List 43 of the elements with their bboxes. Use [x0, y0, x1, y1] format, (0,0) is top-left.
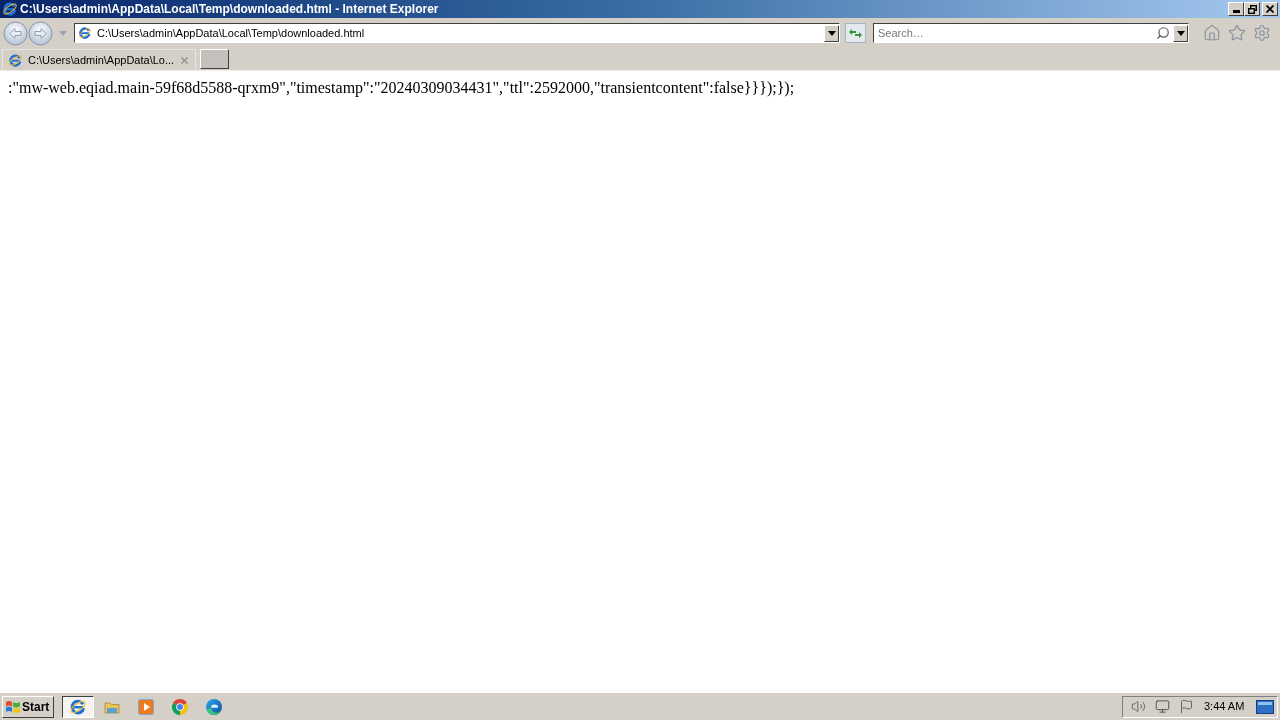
caret-icon: [827, 30, 836, 36]
new-tab-button[interactable]: [200, 49, 229, 69]
refresh-arrows-icon: [849, 28, 862, 38]
ie-page-icon: [78, 26, 92, 40]
media-player-icon: [138, 698, 154, 715]
taskbar-app-button[interactable]: [62, 695, 94, 718]
monitor-icon[interactable]: [1155, 699, 1170, 714]
chrome-logo-icon: [172, 698, 188, 715]
search-icon[interactable]: [1156, 26, 1170, 40]
settings-icon[interactable]: [1253, 24, 1271, 42]
search-dropdown-button[interactable]: [1173, 24, 1188, 42]
show-desktop-icon[interactable]: [1256, 699, 1274, 714]
search-field[interactable]: Search…: [873, 23, 1189, 43]
flag-icon[interactable]: [1179, 699, 1194, 714]
close-button[interactable]: [1262, 2, 1278, 16]
address-field[interactable]: C:\Users\admin\AppData\Local\Temp\downloaded.html: [74, 23, 840, 43]
address-dropdown-button[interactable]: [824, 24, 839, 42]
clock[interactable]: 3:44 AM: [1204, 698, 1245, 715]
restore-button[interactable]: [1244, 2, 1260, 16]
tab-title: C:\Users\admin\AppData\Lo...: [28, 52, 175, 68]
caret-icon: [1176, 30, 1185, 36]
browser-tab[interactable]: C:\Users\admin\AppData\Lo...: [2, 49, 196, 70]
speaker-icon[interactable]: [1131, 699, 1146, 714]
favorites-star-icon[interactable]: [1228, 24, 1246, 42]
edge-logo-icon: [206, 698, 222, 715]
restore-icon: [1247, 4, 1257, 14]
ie-logo-icon: [69, 697, 87, 716]
close-icon[interactable]: [179, 54, 190, 66]
back-button[interactable]: [3, 20, 28, 46]
refresh-button[interactable]: [845, 23, 866, 43]
close-icon: [1266, 5, 1274, 13]
home-icon[interactable]: [1203, 24, 1221, 42]
address-input[interactable]: C:\Users\admin\AppData\Local\Temp\downloaded.html: [97, 25, 824, 41]
search-input[interactable]: Search…: [878, 25, 1156, 41]
minimize-button[interactable]: [1228, 2, 1244, 16]
ie-logo-icon: [2, 1, 18, 17]
windows-logo-icon: [5, 699, 21, 714]
minimize-icon: [1232, 10, 1240, 13]
window-title: C:\Users\admin\AppData\Local\Temp\downloaded.html - Internet Explorer: [20, 3, 439, 15]
page-text: :"mw-web.eqiad.main-59f68d5588-qrxm9","timestamp":"20240309034431","ttl":2592000,"transientcontent":false}}});});: [8, 79, 796, 97]
ie-page-icon: [8, 52, 23, 68]
start-button[interactable]: Start: [2, 695, 54, 718]
forward-button[interactable]: [28, 20, 53, 46]
